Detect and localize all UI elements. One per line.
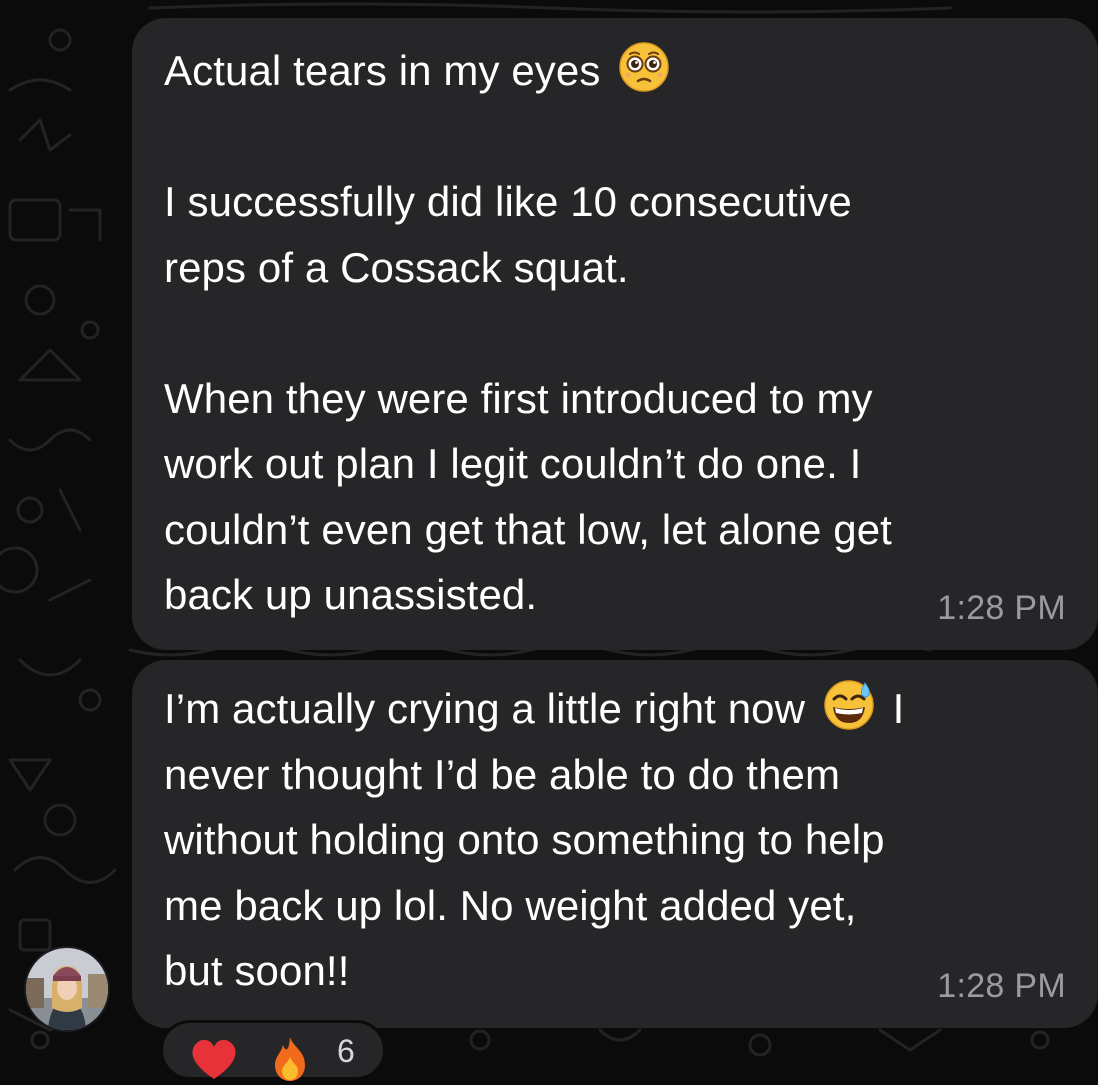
- message-paragraph: When they were first introduced to my wo…: [164, 374, 892, 619]
- red-heart-icon: [192, 1039, 236, 1079]
- message-line: I’m actually crying a little right now: [164, 685, 817, 732]
- message-paragraph: I successfully did like 10 consecutive r…: [164, 178, 852, 291]
- message-timestamp: 1:28 PM: [937, 589, 1066, 627]
- avatar-photo: [26, 948, 108, 1030]
- message-line: Actual tears in my eyes: [164, 47, 613, 94]
- message-bubble[interactable]: I’m actually crying a little right now I…: [132, 660, 1098, 1028]
- reactions-pill[interactable]: 6: [160, 1020, 386, 1081]
- sender-avatar[interactable]: [24, 946, 110, 1032]
- message-bubble[interactable]: Actual tears in my eyes I successfully d…: [132, 18, 1098, 650]
- grinning-face-with-sweat-icon: [824, 680, 874, 730]
- face-holding-back-tears-icon: [619, 42, 669, 92]
- message-timestamp: 1:28 PM: [937, 967, 1066, 1005]
- fire-icon: [275, 1037, 305, 1081]
- message-text: I’m actually crying a little right now I…: [164, 676, 1064, 1004]
- message-text: Actual tears in my eyes I successfully d…: [164, 38, 1064, 628]
- reaction-count: 6: [337, 1033, 355, 1069]
